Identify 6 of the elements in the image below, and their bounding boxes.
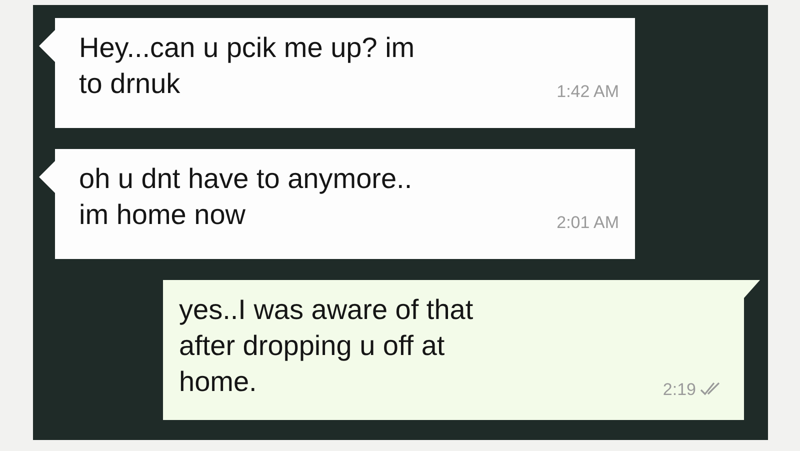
- message-time: 1:42 AM: [556, 80, 619, 102]
- message-text: Hey...can u pcik me up? im to drnuk: [79, 31, 415, 101]
- message-text: yes..I was aware of that after dropping u off at home.: [179, 293, 474, 399]
- message-time: 2:19: [662, 378, 696, 400]
- message-time: 2:01 AM: [556, 212, 619, 234]
- message-text: oh u dnt have to anymore.. im home now: [79, 162, 412, 232]
